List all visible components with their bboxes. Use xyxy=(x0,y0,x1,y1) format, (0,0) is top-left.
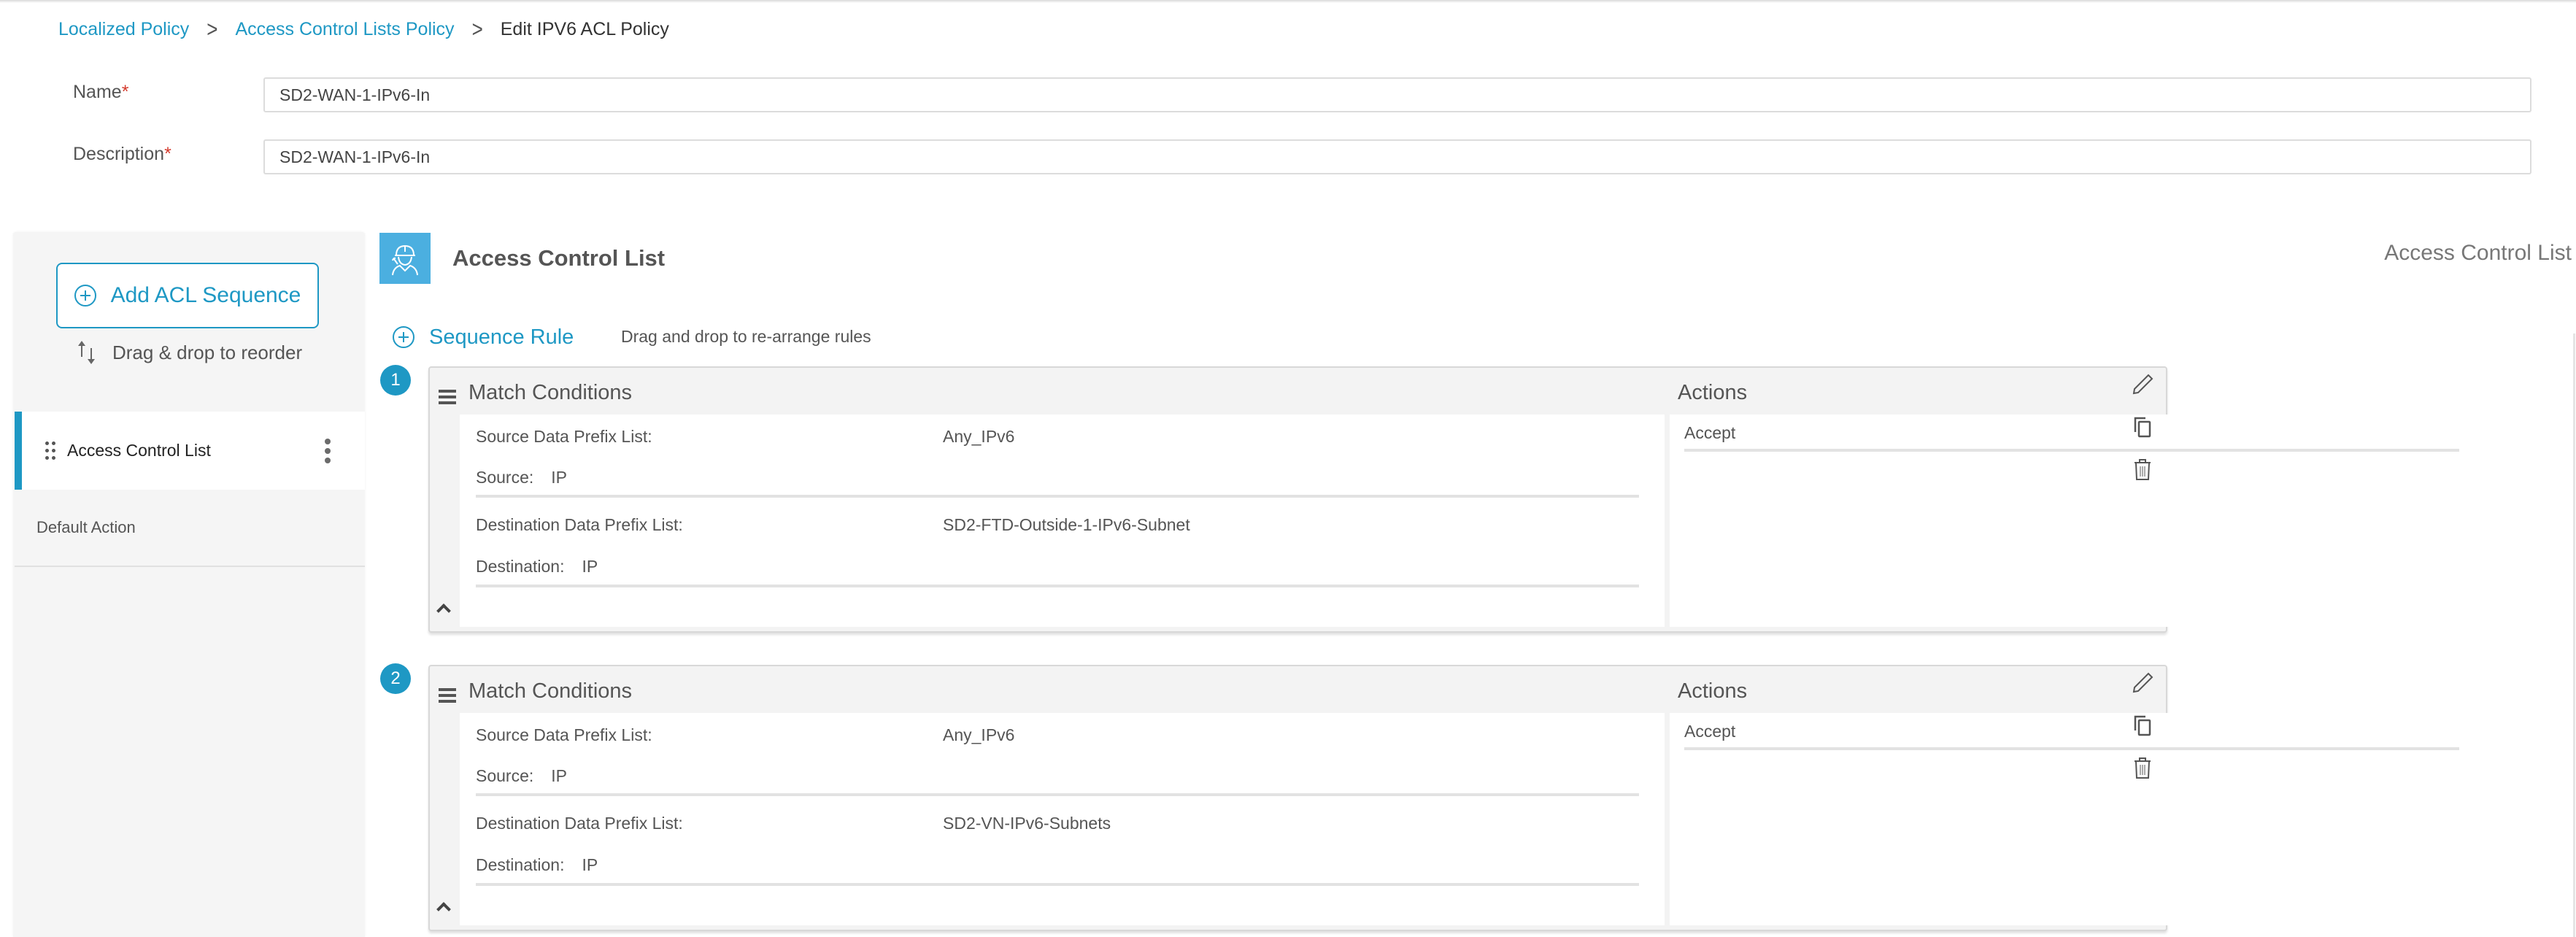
destination-label: Destination: xyxy=(476,557,565,576)
source-prefix-row: Source Data Prefix List: Any_IPv6 xyxy=(476,725,1014,745)
breadcrumb-separator-icon: > xyxy=(471,15,483,42)
divider xyxy=(1684,747,2459,750)
source-value: IP xyxy=(551,766,567,785)
reorder-hint: Drag & drop to reorder xyxy=(76,334,302,371)
add-acl-sequence-label: Add ACL Sequence xyxy=(110,283,301,307)
name-input[interactable] xyxy=(263,77,2531,112)
copy-icon[interactable] xyxy=(2130,713,2155,738)
copy-icon[interactable] xyxy=(2130,414,2155,439)
sequence-rule-card: 2 Match Conditions Actions Source Data P… xyxy=(365,663,2554,932)
actions-panel: Accept xyxy=(1670,414,2486,627)
source-label: Source: xyxy=(476,766,534,785)
dest-prefix-value: SD2-FTD-Outside-1-IPv6-Subnet xyxy=(943,515,1190,534)
source-prefix-value: Any_IPv6 xyxy=(943,427,1015,446)
description-label-text: Description xyxy=(73,144,165,164)
reorder-hint-text: Drag & drop to reorder xyxy=(112,341,303,363)
description-label: Description* xyxy=(73,144,171,165)
source-row: Source: IP xyxy=(476,766,567,786)
dest-prefix-row: Destination Data Prefix List: SD2-VN-IPv… xyxy=(476,814,1111,833)
required-mark: * xyxy=(164,144,171,164)
action-value: Accept xyxy=(1684,722,1736,741)
sidebar-item-default-action[interactable]: Default Action xyxy=(15,490,365,567)
rule-number-badge: 2 xyxy=(380,663,411,694)
divider xyxy=(476,585,1639,587)
destination-value: IP xyxy=(582,855,598,874)
dest-prefix-label: Destination Data Prefix List: xyxy=(476,515,683,534)
destination-row: Destination: IP xyxy=(476,855,598,875)
breadcrumb-current: Edit IPV6 ACL Policy xyxy=(500,18,669,39)
destination-label: Destination: xyxy=(476,855,565,874)
pencil-icon[interactable] xyxy=(2130,671,2155,695)
chevron-up-icon[interactable] xyxy=(436,902,451,917)
match-conditions-panel: Source Data Prefix List: Any_IPv6 Source… xyxy=(460,414,1665,627)
page-title: Access Control List xyxy=(452,245,666,271)
source-row: Source: IP xyxy=(476,468,567,487)
source-prefix-label: Source Data Prefix List: xyxy=(476,427,652,446)
breadcrumb-acl-policy[interactable]: Access Control Lists Policy xyxy=(235,19,454,40)
source-prefix-row: Source Data Prefix List: Any_IPv6 xyxy=(476,427,1014,447)
scrollbar-track[interactable] xyxy=(2573,333,2575,937)
sidebar-item-label: Default Action xyxy=(36,518,136,536)
match-conditions-panel: Source Data Prefix List: Any_IPv6 Source… xyxy=(460,713,1665,925)
breadcrumb-separator-icon: > xyxy=(207,15,218,42)
sidebar-item-access-control-list[interactable]: Access Control List xyxy=(15,412,365,490)
divider xyxy=(476,495,1639,498)
kebab-menu-icon[interactable] xyxy=(317,433,339,469)
hamburger-icon[interactable] xyxy=(439,688,456,703)
trash-icon[interactable] xyxy=(2130,457,2155,482)
sequence-rule-label: Sequence Rule xyxy=(429,325,574,349)
hamburger-icon[interactable] xyxy=(439,390,456,404)
divider xyxy=(476,793,1639,796)
destination-row: Destination: IP xyxy=(476,557,598,577)
rule-card: Match Conditions Actions Source Data Pre… xyxy=(428,366,2486,633)
plus-circle-icon xyxy=(74,285,96,306)
sequence-rule-card: 1 Match Conditions Actions Source Data P… xyxy=(365,365,2554,633)
source-value: IP xyxy=(551,468,567,487)
actions-panel: Accept xyxy=(1670,713,2486,925)
add-acl-sequence-button[interactable]: Add ACL Sequence xyxy=(56,263,319,328)
chevron-up-icon[interactable] xyxy=(436,604,451,618)
source-label: Source: xyxy=(476,468,534,487)
worker-hardhat-icon xyxy=(379,233,431,284)
dest-prefix-value: SD2-VN-IPv6-Subnets xyxy=(943,814,1111,833)
breadcrumb-localized-policy[interactable]: Localized Policy xyxy=(58,19,189,40)
breadcrumb: Localized Policy > Access Control Lists … xyxy=(58,15,669,42)
match-conditions-header: Match Conditions xyxy=(468,381,633,404)
sidebar-item-label: Access Control List xyxy=(67,441,211,460)
destination-value: IP xyxy=(582,557,598,576)
pencil-icon[interactable] xyxy=(2130,372,2155,397)
plus-circle-icon xyxy=(393,326,414,348)
divider xyxy=(1684,449,2459,452)
add-sequence-rule-button[interactable]: Sequence Rule xyxy=(393,323,574,352)
actions-header: Actions xyxy=(1678,679,1748,703)
section-label-right: Access Control List xyxy=(2384,241,2572,265)
divider xyxy=(476,883,1639,886)
rearrange-hint: Drag and drop to re-arrange rules xyxy=(621,327,871,346)
sequence-sidebar: Add ACL Sequence Drag & drop to reorder … xyxy=(13,232,365,937)
action-value: Accept xyxy=(1684,423,1736,442)
dest-prefix-label: Destination Data Prefix List: xyxy=(476,814,683,833)
source-prefix-label: Source Data Prefix List: xyxy=(476,725,652,744)
match-conditions-header: Match Conditions xyxy=(468,679,633,703)
drag-grip-icon[interactable] xyxy=(45,440,55,462)
top-bar-shadow xyxy=(0,0,2576,3)
required-mark: * xyxy=(121,82,129,102)
actions-header: Actions xyxy=(1678,381,1748,404)
trash-icon[interactable] xyxy=(2130,755,2155,780)
rule-card: Match Conditions Actions Source Data Pre… xyxy=(428,665,2486,931)
name-label-text: Name xyxy=(73,82,122,102)
rule-number-badge: 1 xyxy=(380,365,411,396)
source-prefix-value: Any_IPv6 xyxy=(943,725,1015,744)
description-input[interactable] xyxy=(263,139,2531,174)
name-label: Name* xyxy=(73,82,128,103)
sort-arrows-icon xyxy=(78,341,95,364)
dest-prefix-row: Destination Data Prefix List: SD2-FTD-Ou… xyxy=(476,515,1190,535)
